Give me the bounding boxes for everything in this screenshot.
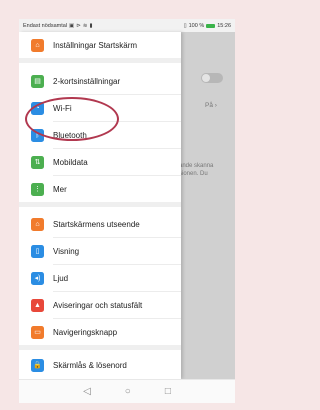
drawer-item-screen-lock[interactable]: 🔒 Skärmlås & lösenord — [19, 352, 181, 378]
drawer-item-label: Skärmlås & lösenord — [53, 360, 127, 370]
more-icon: ⋮ — [31, 182, 44, 196]
home-button[interactable]: ○ — [125, 386, 131, 397]
section-divider — [19, 345, 181, 350]
drawer-item-notifications[interactable]: ▲ Aviseringar och statusfält — [19, 292, 181, 318]
drawer-item-label: Mobildata — [53, 157, 88, 167]
battery-icon — [206, 23, 216, 28]
sim-status-icon: ▣ — [69, 22, 75, 29]
wifi-highlight-circle — [25, 97, 119, 141]
background-settings-page — [181, 32, 235, 379]
settings-drawer: ⌂ Inställningar Startskärm ▤ 2-kortsinst… — [19, 32, 181, 379]
sim-card-icon: ▤ — [31, 74, 44, 88]
drawer-item-display[interactable]: ▯ Visning — [19, 238, 181, 264]
clock: 15:26 — [217, 22, 231, 29]
signal-icon: ⊳ — [76, 22, 81, 29]
drawer-item-label: 2-kortsinställningar — [53, 76, 121, 86]
drawer-item-more[interactable]: ⋮ Mer — [19, 176, 181, 202]
drawer-item-navigation-button[interactable]: ▭ Navigeringsknapp — [19, 319, 181, 345]
navigation-button-icon: ▭ — [31, 325, 44, 339]
battery-percent: 100 % — [188, 22, 205, 29]
notifications-icon: ▲ — [31, 298, 44, 312]
sound-icon: ◂) — [31, 271, 44, 285]
display-icon: ▯ — [31, 244, 44, 258]
background-toggle[interactable] — [201, 73, 223, 83]
background-pa-label: På › — [205, 102, 217, 109]
drawer-item-label: Ljud — [53, 273, 69, 283]
mobile-data-icon: ⇅ — [31, 155, 44, 169]
drawer-item-label: Startskärmens utseende — [53, 219, 140, 229]
navigation-bar: ◁ ○ □ — [19, 379, 235, 403]
drawer-item-label: Mer — [53, 184, 67, 194]
drawer-item-home-screen-style[interactable]: ⌂ Startskärmens utseende — [19, 211, 181, 237]
drawer-item-home-settings[interactable]: ⌂ Inställningar Startskärm — [19, 32, 181, 58]
vibrate-icon: ▯ — [183, 22, 187, 29]
drawer-item-dual-sim[interactable]: ▤ 2-kortsinställningar — [19, 68, 181, 94]
wifi-status-icon: ≋ — [82, 22, 88, 29]
home-screen-style-icon: ⌂ — [31, 217, 44, 231]
alert-icon: ▮ — [89, 22, 93, 29]
home-icon: ⌂ — [31, 38, 44, 52]
section-divider — [19, 58, 181, 63]
status-left-text: Endast nödsamtal — [23, 22, 68, 29]
lock-icon: 🔒 — [31, 358, 44, 372]
background-text-line-2: sionen. Du — [179, 171, 208, 177]
background-description: ande skanna sionen. Du — [179, 162, 213, 178]
drawer-item-mobile-data[interactable]: ⇅ Mobildata — [19, 149, 181, 175]
section-divider — [19, 202, 181, 207]
background-text-line-1: ande skanna — [179, 163, 214, 169]
status-bar: Endast nödsamtal ▣ ⊳ ≋ ▮ ▯ 100 % 15:26 — [19, 19, 235, 32]
drawer-item-label: Navigeringsknapp — [53, 327, 118, 337]
recents-button[interactable]: □ — [165, 386, 171, 397]
drawer-item-label: Inställningar Startskärm — [53, 40, 138, 50]
drawer-item-label: Visning — [53, 246, 80, 256]
back-button[interactable]: ◁ — [83, 386, 91, 397]
drawer-item-sound[interactable]: ◂) Ljud — [19, 265, 181, 291]
drawer-item-label: Aviseringar och statusfält — [53, 300, 143, 310]
phone-screen: Endast nödsamtal ▣ ⊳ ≋ ▮ ▯ 100 % 15:26 P… — [19, 19, 235, 403]
